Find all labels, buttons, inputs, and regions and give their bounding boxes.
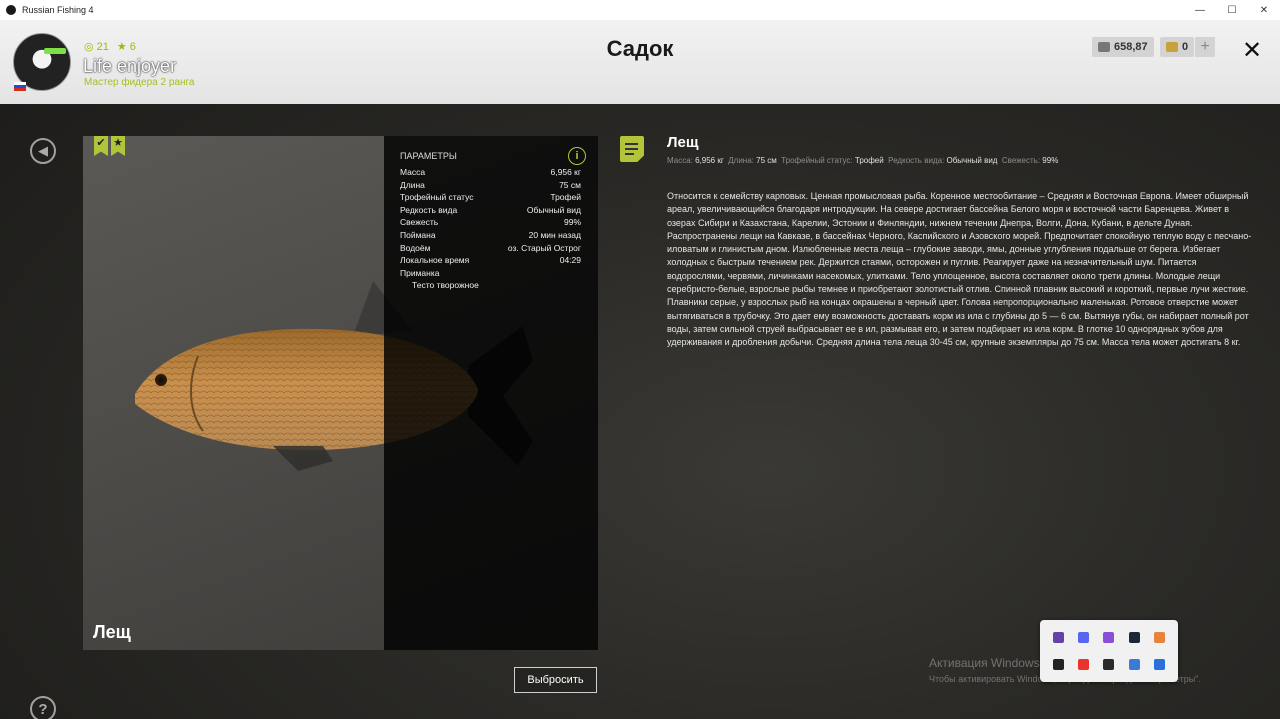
window-close-button[interactable]: ✕ xyxy=(1248,0,1280,20)
maximize-button[interactable]: ☐ xyxy=(1216,0,1248,20)
epic-icon-glyph xyxy=(1103,659,1115,670)
silver-balance: 658,87 xyxy=(1092,37,1154,57)
meta-label: Масса: xyxy=(667,156,693,165)
window-title: Russian Fishing 4 xyxy=(22,5,94,15)
bait-value: Тесто творожное xyxy=(412,280,479,291)
param-row-waterbody: Водоём оз. Старый Острог xyxy=(400,242,581,255)
param-label: Масса xyxy=(400,167,426,177)
page-title: Садок xyxy=(606,36,674,61)
orange-app-icon[interactable] xyxy=(1147,624,1172,651)
monitor-icon-glyph xyxy=(1128,659,1140,670)
twitch-icon-glyph xyxy=(1053,632,1065,643)
gold-balance: 0 xyxy=(1160,37,1195,57)
param-row-bait: Приманка xyxy=(400,267,581,280)
fish-badges: ✔ ★ xyxy=(94,136,125,156)
param-value: 99% xyxy=(563,217,581,228)
meta-value: 6,956 кг xyxy=(695,156,724,165)
discord-icon-glyph xyxy=(1078,632,1090,643)
silver-coin-icon xyxy=(1098,42,1110,52)
info-icon[interactable]: i xyxy=(568,147,586,165)
gold-amount: 0 xyxy=(1182,41,1189,53)
help-icon[interactable]: ? xyxy=(30,696,56,719)
param-value: 75 см xyxy=(559,179,581,190)
description-icon xyxy=(620,136,644,162)
silver-amount: 658,87 xyxy=(1114,41,1148,53)
twitch-icon[interactable] xyxy=(1046,624,1071,651)
meta-label: Редкость вида: xyxy=(888,156,945,165)
player-rank: Мастер фидера 2 ранга xyxy=(84,77,195,88)
minimize-button[interactable]: — xyxy=(1184,0,1216,20)
fish-name: Лещ xyxy=(93,622,131,642)
param-label: Трофейный статус xyxy=(400,192,474,203)
param-value: 6,956 кг xyxy=(550,167,581,177)
obs-icon-glyph xyxy=(1053,659,1065,670)
russia-flag-icon xyxy=(14,82,26,91)
param-label: Водоём xyxy=(400,242,431,253)
meta-label: Свежесть: xyxy=(1001,156,1041,165)
param-value: 04:29 xyxy=(559,255,581,266)
param-row-local-time: Локальное время 04:29 xyxy=(400,254,581,267)
description-title: Лещ xyxy=(667,134,699,151)
gold-coin-icon xyxy=(1166,42,1178,52)
discord-icon[interactable] xyxy=(1071,624,1096,651)
param-label: Локальное время xyxy=(400,255,470,266)
param-value: 20 мин назад xyxy=(528,229,581,240)
feather-icon[interactable] xyxy=(1096,624,1121,651)
back-icon[interactable]: ◀ xyxy=(30,138,56,164)
steam-icon[interactable] xyxy=(1122,624,1147,651)
meta-value: Трофей xyxy=(854,156,884,165)
discard-button[interactable]: Выбросить xyxy=(514,667,597,693)
description-text: Относится к семейству карповых. Ценная п… xyxy=(667,191,1252,348)
param-value: оз. Старый Острог xyxy=(507,242,581,253)
trophy-star-badge-icon: ★ xyxy=(111,136,125,156)
description-meta: Масса: 6,956 кг Длина: 75 см Трофейный с… xyxy=(667,156,1058,165)
bluetooth-icon-glyph xyxy=(1153,659,1165,670)
param-value: Обычный вид xyxy=(526,204,581,215)
param-row-rarity: Редкость вида Обычный вид xyxy=(400,204,581,217)
system-tray-popup xyxy=(1040,620,1178,682)
param-row-mass: Масса 6,956 кг xyxy=(400,166,581,179)
param-row-length: Длина 75 см xyxy=(400,179,581,192)
bluetooth-icon[interactable] xyxy=(1147,651,1172,678)
check-badge-icon: ✔ xyxy=(94,136,108,156)
app-icon xyxy=(6,5,16,15)
param-row-trophy-status: Трофейный статус Трофей xyxy=(400,191,581,204)
monitor-icon[interactable] xyxy=(1122,651,1147,678)
param-label: Свежесть xyxy=(400,217,439,228)
obs-icon[interactable] xyxy=(1046,651,1071,678)
meta-value: 99% xyxy=(1042,156,1059,165)
meta-label: Длина: xyxy=(728,156,754,165)
feather-icon-glyph xyxy=(1103,632,1115,643)
fish-card: ✔ ★ Лещ ПАРАМЕТРЫ i Масса 6,956 кг Длина 7… xyxy=(83,136,598,650)
param-label: Поймана xyxy=(400,229,436,240)
window-titlebar: Russian Fishing 4 — ☐ ✕ xyxy=(0,0,1280,20)
parameters-title: ПАРАМЕТРЫ xyxy=(400,151,457,161)
fish-parameters-panel: ПАРАМЕТРЫ i Масса 6,956 кг Длина 75 см Тро… xyxy=(384,136,598,650)
meta-value: Обычный вид xyxy=(946,156,998,165)
yandex-icon[interactable] xyxy=(1071,651,1096,678)
yandex-icon-glyph xyxy=(1078,659,1090,670)
meta-value: 75 см xyxy=(756,156,777,165)
close-icon[interactable]: ✕ xyxy=(1242,36,1262,65)
orange-app-icon-glyph xyxy=(1153,632,1165,643)
param-label: Длина xyxy=(400,179,425,190)
param-label: Редкость вида xyxy=(400,204,458,215)
param-row-caught: Поймана 20 мин назад xyxy=(400,229,581,242)
param-row-freshness: Свежесть 99% xyxy=(400,216,581,229)
epic-icon[interactable] xyxy=(1096,651,1121,678)
meta-label: Трофейный статус: xyxy=(781,156,853,165)
game-header: ◎ 21 ★ 6 Life enjoyer Мастер фидера 2 ра… xyxy=(0,20,1280,104)
add-gold-button[interactable]: + xyxy=(1195,37,1215,57)
param-label: Приманка xyxy=(400,267,440,278)
steam-icon-glyph xyxy=(1128,632,1140,643)
param-value: Трофей xyxy=(550,192,581,203)
